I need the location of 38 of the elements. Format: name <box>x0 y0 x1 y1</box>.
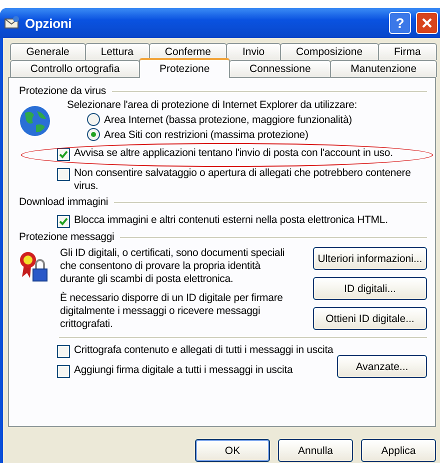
radio-option[interactable]: Area Internet (bassa protezione, maggiore funzionalità) <box>67 113 358 126</box>
dialog-button[interactable]: OK <box>195 439 270 462</box>
close-button[interactable] <box>416 12 438 34</box>
window-title: Opzioni <box>25 16 73 30</box>
tab[interactable]: Firma <box>378 43 438 60</box>
tab[interactable]: Manutenzione <box>330 60 438 77</box>
radio-option[interactable]: Area Siti con restrizioni (massima protezione) <box>67 128 358 141</box>
certificate-lock-icon <box>19 251 49 283</box>
check-icon <box>59 217 68 226</box>
tab[interactable]: Controllo ortografia <box>10 60 140 77</box>
description-paragraph: Gli ID digitali, o certificati, sono documenti speciali che consentono di provare la propria identità durante gli scambi di posta elettronica. <box>60 247 286 286</box>
tab[interactable]: Lettura <box>84 43 150 60</box>
checkbox-option[interactable]: Crittografa contenuto e allegati di tutti i messaggi in uscita <box>19 344 334 358</box>
tab[interactable]: Protezione <box>139 58 230 78</box>
action-button[interactable]: Ottieni ID digitale... <box>313 307 427 330</box>
checkbox-option[interactable]: Blocca immagini e altri contenuti esterni nella posta elettronica HTML. <box>19 214 427 228</box>
action-button[interactable]: ID digitali... <box>313 277 427 300</box>
description-paragraph: È necessario disporre di un ID digitale per firmare digitalmente i messaggi o ricevere messaggi crittografati. <box>60 292 284 331</box>
tab[interactable]: Generale <box>10 43 86 60</box>
checkbox-option[interactable]: Avvisa se altre applicazioni tentano l'invio di posta con l'account in uso. <box>19 147 427 161</box>
dialog-button[interactable]: Annulla <box>278 439 353 462</box>
group-heading: Protezione messaggi <box>19 231 114 243</box>
check-icon <box>59 150 68 159</box>
envelope-icon <box>4 15 20 31</box>
close-icon <box>422 18 432 28</box>
group-heading: Protezione da virus <box>19 85 106 97</box>
instruction-text: Selezionare l'area di protezione di Internet Explorer da utilizzare: <box>67 99 358 111</box>
dialog-button[interactable]: Applica <box>361 439 436 462</box>
tab[interactable]: Invio <box>226 43 281 60</box>
group-heading: Download immagini <box>19 196 108 208</box>
tab[interactable]: Composizione <box>280 43 379 60</box>
checkbox-option[interactable]: Non consentire salvataggio o apertura di allegati che potrebbero contenere virus. <box>19 167 427 193</box>
checkbox-option[interactable]: Aggiungi firma digitale a tutti i messaggi in uscita <box>19 364 334 378</box>
tab[interactable]: Connessione <box>229 60 332 77</box>
advanced-button[interactable]: Avanzate... <box>337 355 427 378</box>
action-button[interactable]: Ulteriori informazioni... <box>313 247 427 270</box>
globe-icon <box>19 105 51 137</box>
help-button[interactable]: ? <box>389 12 411 34</box>
